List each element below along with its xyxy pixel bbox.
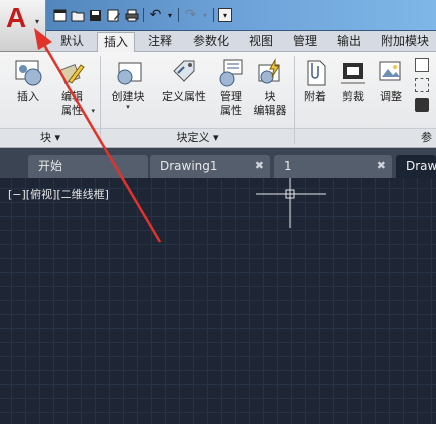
doc-tab-label: Draw bbox=[406, 159, 436, 173]
create-block-icon bbox=[113, 56, 143, 90]
customize-toolbar-icon[interactable]: ▾ bbox=[218, 8, 232, 22]
open-folder-icon[interactable] bbox=[70, 8, 85, 23]
tab-annotate[interactable]: 注释 bbox=[141, 32, 179, 52]
tab-parametric[interactable]: 参数化 bbox=[186, 32, 236, 52]
redo-dropdown-icon[interactable]: ▾ bbox=[201, 8, 209, 23]
autocad-window: ↶ ▾ ↷ ▾ ▾ A ▾ 默认 插入 注释 参数化 视图 管理 输出 附加模块… bbox=[0, 0, 436, 424]
toolbar-separator bbox=[178, 8, 179, 22]
viewport-controls-label[interactable]: [−][俯视][二维线框] bbox=[8, 186, 109, 202]
block-editor-icon bbox=[255, 56, 285, 90]
toolbar-separator bbox=[213, 8, 214, 22]
edit-attribute-button[interactable]: 编辑 属性 ▾ bbox=[53, 56, 95, 118]
print-icon[interactable] bbox=[124, 8, 139, 23]
define-attribute-label: 定义属性 bbox=[162, 90, 206, 103]
chevron-down-icon[interactable]: ▾ bbox=[91, 108, 95, 115]
doc-tab-drawing-active[interactable]: Draw bbox=[396, 155, 436, 178]
edit-attribute-label-1: 编辑 bbox=[61, 90, 83, 103]
manage-attributes-icon bbox=[216, 56, 246, 90]
undo-dropdown-icon[interactable]: ▾ bbox=[166, 8, 174, 23]
block-editor-label-2: 编辑器 bbox=[253, 104, 287, 117]
doc-tab-1[interactable]: 1 ✖ bbox=[274, 155, 392, 178]
insert-block-icon bbox=[13, 56, 43, 90]
doc-tab-start[interactable]: 开始 bbox=[28, 155, 148, 178]
clip-button[interactable]: 剪裁 bbox=[336, 56, 370, 104]
attach-label: 附着 bbox=[304, 90, 326, 103]
clip-icon bbox=[338, 56, 368, 90]
tab-default[interactable]: 默认 bbox=[52, 32, 92, 52]
panel-title-block[interactable]: 块 ▾ bbox=[0, 128, 100, 146]
edit-attribute-label-2: 属性 bbox=[61, 104, 83, 117]
manage-attributes-button[interactable]: 管理 属性 bbox=[214, 56, 248, 118]
block-editor-label-1: 块 bbox=[264, 90, 276, 103]
new-icon[interactable] bbox=[52, 8, 67, 23]
toolbar-separator bbox=[143, 8, 144, 22]
manage-attributes-label-1: 管理 bbox=[220, 90, 242, 103]
panel-title-reference[interactable]: 参 bbox=[295, 128, 436, 146]
application-menu-button[interactable]: A ▾ bbox=[0, 0, 46, 52]
adjust-icon bbox=[376, 56, 406, 90]
clip-label: 剪裁 bbox=[342, 90, 364, 103]
save-icon[interactable] bbox=[88, 8, 103, 23]
doc-tab-label: 1 bbox=[284, 159, 292, 173]
chevron-down-icon: ▾ bbox=[35, 17, 40, 26]
attach-icon bbox=[300, 56, 330, 90]
tag-icon bbox=[169, 56, 199, 90]
document-tabs: 开始 Drawing1 ✖ 1 ✖ Draw bbox=[0, 148, 436, 178]
insert-block-button[interactable]: 插入 bbox=[10, 56, 46, 104]
drawing-canvas[interactable]: [−][俯视][二维线框] bbox=[0, 178, 436, 424]
tab-output[interactable]: 输出 bbox=[330, 32, 368, 52]
crosshair-cursor bbox=[256, 178, 326, 228]
frames-icon[interactable] bbox=[415, 78, 429, 92]
underlay-layers-icon[interactable] bbox=[415, 58, 429, 72]
attach-button[interactable]: 附着 bbox=[298, 56, 332, 104]
doc-tab-label: 开始 bbox=[38, 159, 63, 173]
quick-access-toolbar: ↶ ▾ ↷ ▾ ▾ bbox=[52, 5, 232, 25]
panel-title-block-definition[interactable]: 块定义 ▾ bbox=[101, 128, 294, 146]
define-attribute-button[interactable]: 定义属性 bbox=[158, 56, 210, 104]
chevron-down-icon[interactable]: ▾ bbox=[126, 104, 130, 111]
doc-tab-drawing1[interactable]: Drawing1 ✖ bbox=[150, 155, 270, 178]
manage-attributes-label-2: 属性 bbox=[220, 104, 242, 117]
tab-view[interactable]: 视图 bbox=[243, 32, 279, 52]
title-bar: ↶ ▾ ↷ ▾ ▾ bbox=[0, 0, 436, 31]
ribbon-panel: 插入 编辑 属性 ▾ 创建块 ▾ 定义属性 管理 属性 块 编辑器 附着 剪裁 … bbox=[0, 52, 436, 148]
ribbon-tabs: 默认 插入 注释 参数化 视图 管理 输出 附加模块 bbox=[46, 31, 436, 52]
undo-icon[interactable]: ↶ bbox=[148, 7, 163, 23]
insert-label: 插入 bbox=[17, 90, 39, 103]
adjust-label: 调整 bbox=[380, 90, 402, 103]
tab-manage[interactable]: 管理 bbox=[286, 32, 324, 52]
create-block-label: 创建块 bbox=[111, 90, 145, 103]
block-editor-button[interactable]: 块 编辑器 bbox=[250, 56, 290, 118]
save-as-icon[interactable] bbox=[106, 8, 121, 23]
autocad-logo-icon: A bbox=[6, 2, 27, 33]
close-icon[interactable]: ✖ bbox=[377, 155, 386, 177]
adjust-button[interactable]: 调整 bbox=[374, 56, 408, 104]
close-icon[interactable]: ✖ bbox=[255, 155, 264, 177]
tab-insert[interactable]: 插入 bbox=[97, 32, 135, 52]
redo-icon[interactable]: ↷ bbox=[183, 7, 198, 23]
edit-attribute-icon bbox=[57, 56, 87, 90]
tab-addins[interactable]: 附加模块 bbox=[374, 32, 436, 52]
snap-underlay-icon[interactable] bbox=[415, 98, 429, 112]
create-block-button[interactable]: 创建块 ▾ bbox=[106, 56, 150, 111]
doc-tab-label: Drawing1 bbox=[160, 159, 218, 173]
